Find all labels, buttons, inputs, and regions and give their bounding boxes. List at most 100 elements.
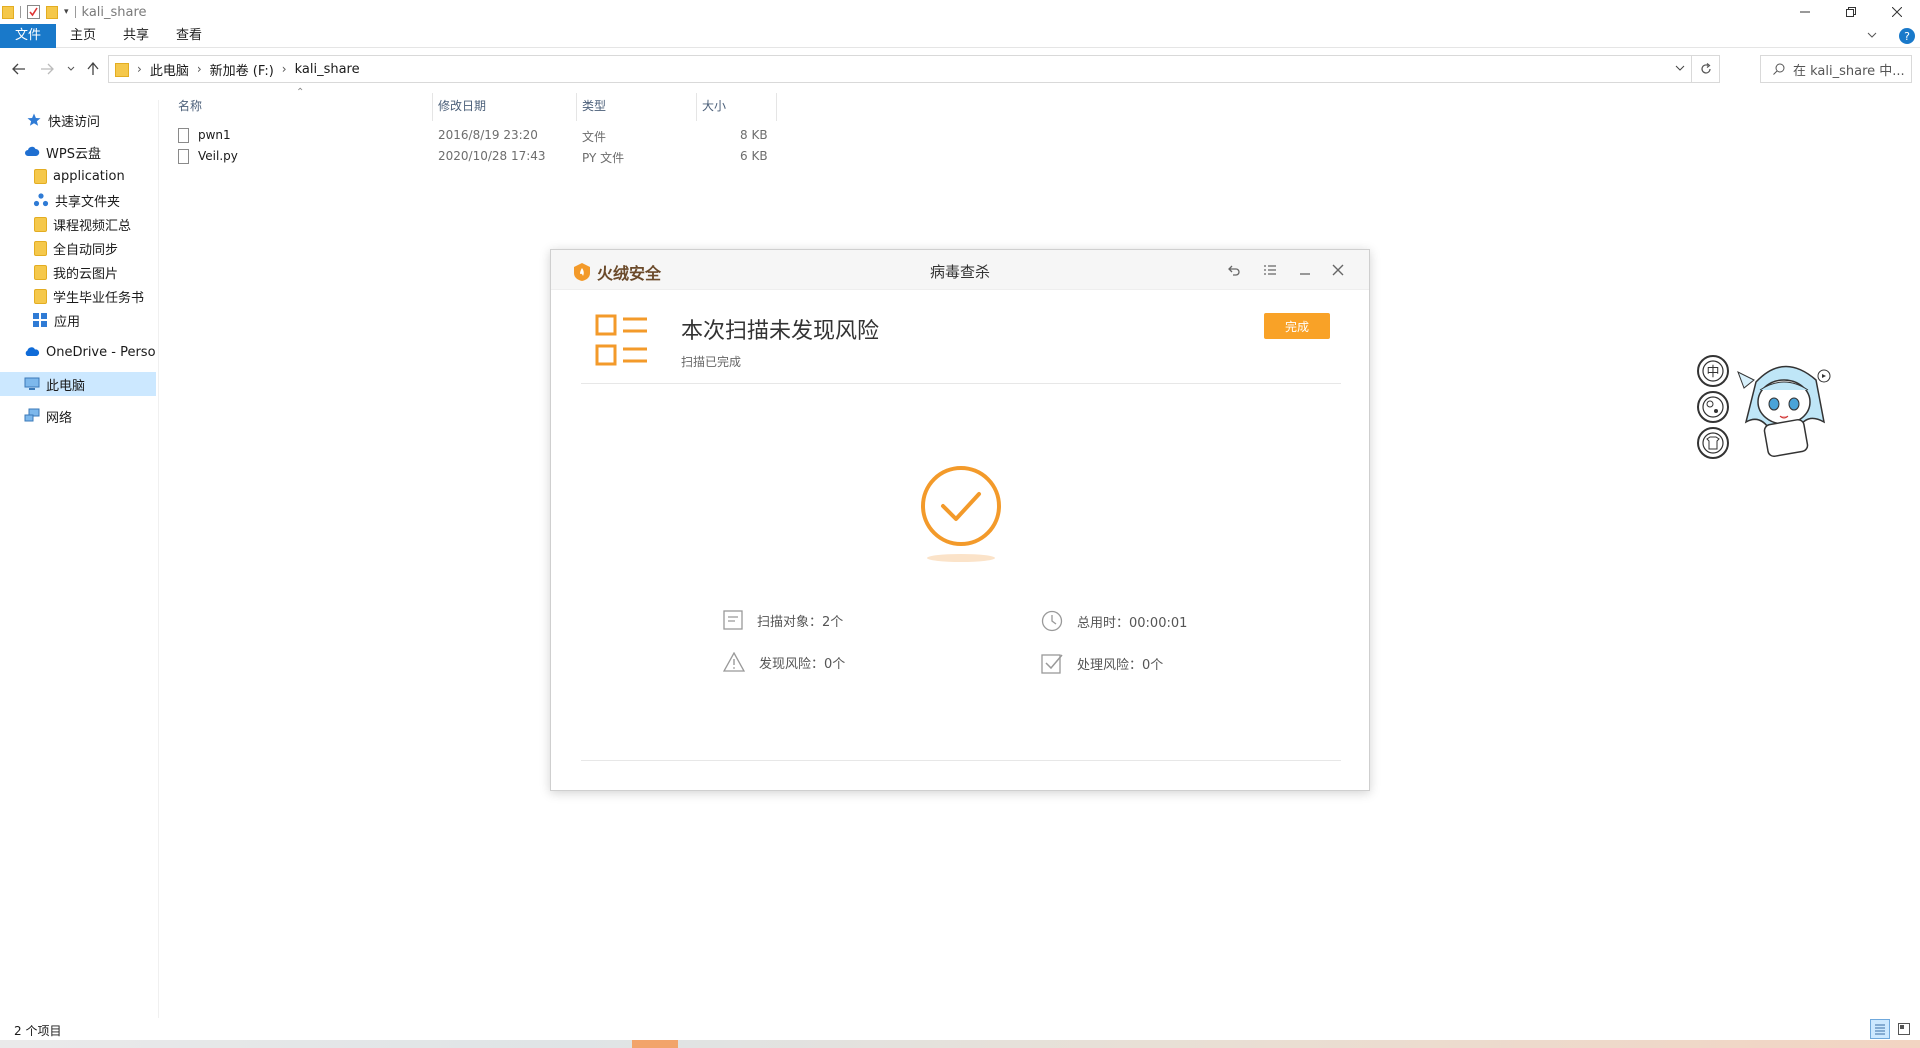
check-circle-icon [919,464,1003,572]
pane-divider [158,100,159,1018]
tab-home[interactable]: 主页 [56,24,110,48]
large-icons-view-icon[interactable] [1894,1019,1914,1039]
sidebar-item-application[interactable]: application [0,164,156,188]
menu-list-icon[interactable] [1261,261,1279,279]
file-icon [178,128,189,143]
sidebar-item-graduation-tasks[interactable]: 学生毕业任务书 [0,284,156,308]
dialog-header: 火绒安全 病毒查杀 [551,250,1369,290]
stat-elapsed: 总用时：00:00:01 [1041,610,1187,632]
ribbon-tabs: 文件 主页 共享 查看 ? [0,24,1920,48]
folder-icon [115,62,129,77]
sidebar-item-apps[interactable]: 应用 [0,308,156,332]
sidebar-item-course-videos[interactable]: 课程视频汇总 [0,212,156,236]
search-box[interactable]: 在 kali_share 中... [1760,55,1912,83]
folder-icon [34,288,47,304]
cloud-icon [24,144,40,160]
folder-icon [2,5,14,19]
back-arrow-icon[interactable] [10,60,28,78]
breadcrumb-this-pc[interactable]: 此电脑 [150,60,189,79]
sidebar-item-cloud-pictures[interactable]: 我的云图片 [0,260,156,284]
column-header-type[interactable]: 类型 [582,93,606,119]
address-history-chevron-icon[interactable] [1675,63,1685,73]
sidebar-item-auto-sync[interactable]: 全自动同步 [0,236,156,260]
close-icon[interactable] [1329,261,1347,279]
refresh-icon[interactable] [1691,56,1719,82]
pet-settings-icon[interactable] [1696,390,1730,424]
taskbar-active-app[interactable] [632,1040,678,1048]
address-bar[interactable]: › 此电脑 › 新加卷 (F:) › kali_share [108,55,1720,83]
status-bar: 2 个项目 [0,1018,1920,1040]
sidebar-item-shared-folder[interactable]: 共享文件夹 [0,188,156,212]
new-folder-icon[interactable] [46,5,58,19]
forward-arrow-icon[interactable] [38,60,56,78]
stat-scanned: 扫描对象：2个 [723,610,843,630]
navigation-pane: 快速访问 WPS云盘 application 共享文件夹 课程视频汇总 全自动同… [0,100,158,1010]
folder-icon [34,216,47,232]
network-icon [24,408,40,424]
stat-risks-handled: 处理风险：0个 [1041,652,1163,674]
breadcrumb-chevron-icon[interactable]: › [137,62,142,76]
clock-icon [1041,610,1063,632]
warning-icon [723,652,745,672]
tab-share[interactable]: 共享 [109,24,163,48]
scan-result-subtitle: 扫描已完成 [681,355,742,369]
minimize-button[interactable] [1782,0,1828,24]
column-header-date[interactable]: 修改日期 [438,93,486,119]
computer-icon [24,376,40,392]
file-name: Veil.py [198,149,238,163]
file-date: 2016/8/19 23:20 [438,128,538,142]
file-type: PY 文件 [582,151,625,165]
minimize-icon[interactable] [1296,261,1314,279]
pet-menu-icon[interactable]: 中 [1696,354,1730,388]
anime-character-mascot[interactable] [1736,352,1832,462]
sidebar-item-wps-cloud[interactable]: WPS云盘 [0,140,156,164]
help-icon[interactable]: ? [1898,27,1916,45]
search-placeholder: 在 kali_share 中... [1793,63,1905,79]
star-icon [26,112,42,128]
column-separator[interactable] [432,93,433,121]
pet-outfit-icon[interactable] [1696,426,1730,460]
column-separator[interactable] [776,93,777,121]
properties-icon[interactable] [27,5,40,19]
virus-scan-dialog: 火绒安全 病毒查杀 本次扫描未发现风险 扫描已完成 完成 扫描对象：2个 总用时… [550,249,1370,791]
item-count: 2 个项目 [14,1024,62,1038]
sidebar-item-quick-access[interactable]: 快速访问 [0,108,156,132]
folder-icon [34,240,47,256]
divider [581,383,1341,384]
onedrive-cloud-icon [24,344,40,360]
file-name: pwn1 [198,128,231,142]
close-button[interactable] [1874,0,1920,24]
column-separator[interactable] [696,93,697,121]
details-view-icon[interactable] [1870,1019,1890,1039]
breadcrumb-chevron-icon[interactable]: › [282,62,287,76]
back-icon[interactable] [1225,261,1243,279]
sidebar-item-this-pc[interactable]: 此电脑 [0,372,156,396]
file-row[interactable]: Veil.py 2020/10/28 17:43 PY 文件 6 KB [172,147,772,167]
search-icon [1773,63,1785,75]
sidebar-item-onedrive[interactable]: OneDrive - Personal [0,340,156,364]
tab-file[interactable]: 文件 [0,24,56,48]
ribbon-expand-icon[interactable] [1866,29,1878,41]
column-header-name[interactable]: 名称 [178,93,202,119]
folder-icon [34,264,47,280]
title-bar: ▾ kali_share [0,0,1920,24]
file-size: 8 KB [740,128,768,142]
scan-report-icon [595,314,649,368]
navigation-bar: › 此电脑 › 新加卷 (F:) › kali_share 在 kali_sha… [0,50,1920,88]
quick-access-dropdown-icon[interactable]: ▾ [64,7,69,17]
restore-button[interactable] [1828,0,1874,24]
checkbox-checked-icon [1041,652,1063,674]
column-header-size[interactable]: 大小 [702,93,726,119]
tab-view[interactable]: 查看 [162,24,216,48]
stat-risks-found: 发现风险：0个 [723,652,845,672]
up-arrow-icon[interactable] [84,60,102,78]
file-row[interactable]: pwn1 2016/8/19 23:20 文件 8 KB [172,126,772,146]
recent-locations-chevron-icon[interactable] [62,60,80,78]
column-separator[interactable] [576,93,577,121]
desktop-pet-widget[interactable]: 中 [1696,352,1832,462]
breadcrumb-kali-share[interactable]: kali_share [295,62,360,77]
breadcrumb-chevron-icon[interactable]: › [197,62,202,76]
done-button[interactable]: 完成 [1264,313,1330,339]
sidebar-item-network[interactable]: 网络 [0,404,156,428]
breadcrumb-volume[interactable]: 新加卷 (F:) [210,60,274,79]
